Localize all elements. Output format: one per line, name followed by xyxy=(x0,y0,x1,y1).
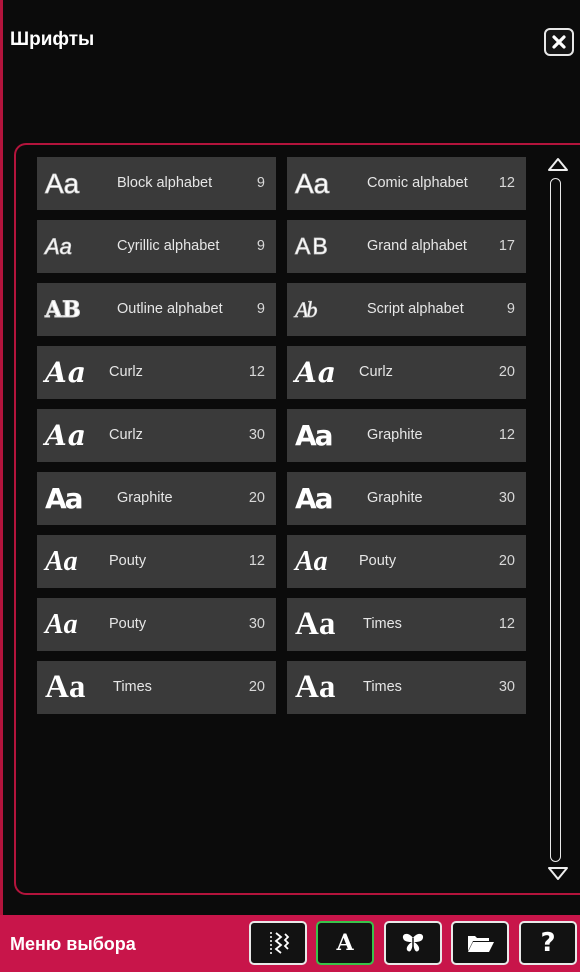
font-tile[interactable]: Aa Graphite 30 xyxy=(287,472,526,525)
font-name: Script alphabet xyxy=(367,301,464,317)
font-tile[interactable]: Aa Cyrillic alphabet 9 xyxy=(37,220,276,273)
font-tile[interactable]: Aa Graphite 20 xyxy=(37,472,276,525)
font-size: 17 xyxy=(498,238,515,254)
font-preview-glyph: AB xyxy=(295,233,330,260)
footer-bar: Меню выбора A ? xyxy=(0,915,580,972)
font-tile[interactable]: AB Outline alphabet 9 xyxy=(37,283,276,336)
font-preview-glyph: Aa xyxy=(295,167,330,199)
font-preview-glyph: Aa xyxy=(45,233,73,259)
font-name: Curlz xyxy=(109,427,143,443)
font-name: Curlz xyxy=(109,364,143,380)
font-size: 9 xyxy=(256,238,265,254)
stitch-menu-button[interactable] xyxy=(249,921,307,965)
font-size: 12 xyxy=(498,175,515,191)
font-name: Graphite xyxy=(367,427,423,443)
font-tile[interactable]: Aa Curlz 30 xyxy=(37,409,276,462)
font-tile[interactable]: Aa Curlz 20 xyxy=(287,346,526,399)
font-preview-glyph: Aa xyxy=(295,606,336,642)
font-preview-glyph: Aa xyxy=(295,419,334,452)
font-preview-glyph: Ab xyxy=(295,296,318,322)
font-preview-glyph: Aa xyxy=(295,356,337,389)
font-tile[interactable]: Aa Pouty 30 xyxy=(37,598,276,651)
font-size: 30 xyxy=(498,679,515,695)
font-tile[interactable]: Ab Script alphabet 9 xyxy=(287,283,526,336)
font-tile[interactable]: Aa Comic alphabet 12 xyxy=(287,157,526,210)
font-preview-glyph: Aa xyxy=(45,356,87,389)
font-tile[interactable]: Aa Times 20 xyxy=(37,661,276,714)
font-preview-glyph: Aa xyxy=(45,482,84,515)
font-preview-glyph: Aa xyxy=(45,167,80,199)
font-name: Grand alphabet xyxy=(367,238,467,254)
font-size: 9 xyxy=(506,301,515,317)
butterfly-icon xyxy=(402,933,424,952)
font-preview-glyph: Aa xyxy=(295,669,336,705)
font-icon: A xyxy=(336,930,354,956)
selection-menu-label: Меню выбора xyxy=(10,934,136,954)
embroidery-menu-button[interactable] xyxy=(384,921,442,965)
stitch-icon xyxy=(270,932,290,954)
font-preview-glyph: Aa xyxy=(295,482,334,515)
font-preview-glyph: AB xyxy=(45,296,82,323)
font-tile[interactable]: Aa Graphite 12 xyxy=(287,409,526,462)
close-button[interactable] xyxy=(544,28,574,56)
font-size: 20 xyxy=(248,490,265,506)
font-size: 30 xyxy=(498,490,515,506)
header: Шрифты xyxy=(0,0,580,140)
font-name: Curlz xyxy=(359,364,393,380)
scrollbar[interactable] xyxy=(550,178,561,862)
font-name: Outline alphabet xyxy=(117,301,223,317)
font-preview-glyph: Aa xyxy=(45,545,78,577)
close-icon xyxy=(552,35,566,49)
font-name: Pouty xyxy=(359,553,397,569)
font-size: 12 xyxy=(498,616,515,632)
font-preview-glyph: Aa xyxy=(295,545,328,577)
scroll-down-icon[interactable] xyxy=(547,866,569,882)
font-size: 30 xyxy=(248,427,265,443)
font-name: Block alphabet xyxy=(117,175,213,191)
font-size: 20 xyxy=(498,364,515,380)
font-name: Times xyxy=(113,679,152,695)
font-tile[interactable]: Aa Pouty 12 xyxy=(37,535,276,588)
font-name: Comic alphabet xyxy=(367,175,468,191)
scroll-up-icon[interactable] xyxy=(547,156,569,172)
font-tile[interactable]: Aa Curlz 12 xyxy=(37,346,276,399)
font-name: Times xyxy=(363,679,402,695)
font-size: 9 xyxy=(256,301,265,317)
font-name: Times xyxy=(363,616,402,632)
font-tile[interactable]: Aa Pouty 20 xyxy=(287,535,526,588)
font-preview-glyph: Aa xyxy=(45,608,78,640)
folder-icon xyxy=(467,936,494,952)
font-name: Graphite xyxy=(367,490,423,506)
font-size: 12 xyxy=(498,427,515,443)
font-name: Pouty xyxy=(109,553,147,569)
font-preview-glyph: Aa xyxy=(45,669,86,705)
font-tile[interactable]: Aa Block alphabet 9 xyxy=(37,157,276,210)
font-name: Cyrillic alphabet xyxy=(117,238,220,254)
font-size: 20 xyxy=(248,679,265,695)
page-title: Шрифты xyxy=(10,29,95,50)
help-icon: ? xyxy=(540,928,556,958)
font-preview-glyph: Aa xyxy=(45,419,87,452)
help-button[interactable]: ? xyxy=(519,921,577,965)
font-name: Pouty xyxy=(109,616,147,632)
font-tile[interactable]: Aa Times 30 xyxy=(287,661,526,714)
font-size: 12 xyxy=(248,553,265,569)
font-name: Graphite xyxy=(117,490,173,506)
font-size: 9 xyxy=(256,175,265,191)
font-size: 20 xyxy=(498,553,515,569)
font-size: 30 xyxy=(248,616,265,632)
file-menu-button[interactable] xyxy=(451,921,509,965)
font-menu-button[interactable]: A xyxy=(316,921,374,965)
font-tile[interactable]: Aa Times 12 xyxy=(287,598,526,651)
font-size: 12 xyxy=(248,364,265,380)
font-tile[interactable]: AB Grand alphabet 17 xyxy=(287,220,526,273)
